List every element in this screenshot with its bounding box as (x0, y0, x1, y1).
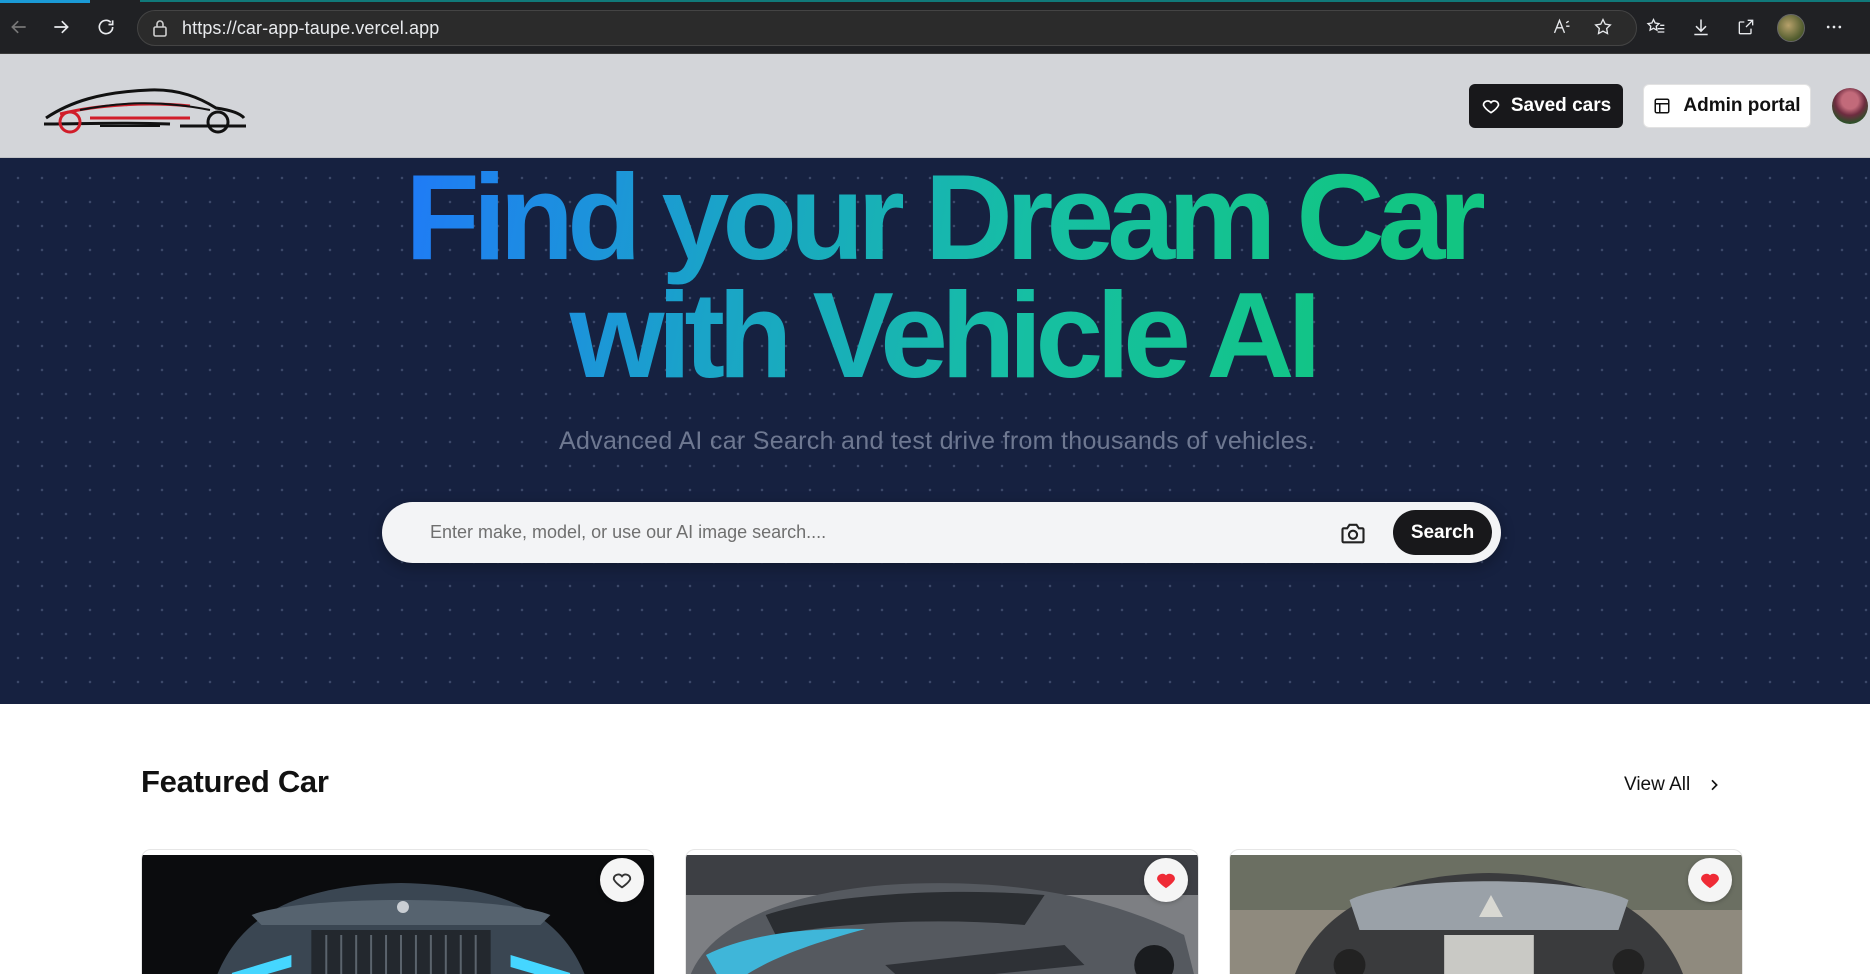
read-aloud-icon[interactable] (1549, 14, 1575, 40)
hero-subtitle: Advanced AI car Search and test drive fr… (558, 427, 1315, 455)
admin-portal-button[interactable]: Admin portal (1643, 84, 1811, 128)
share-icon[interactable] (1733, 14, 1759, 40)
browser-toolbar: https://car-app-taupe.vercel.app (0, 0, 1870, 54)
view-all-label: View All (1624, 774, 1691, 795)
hero-title: Find your Dream Car with Vehicle AI (0, 158, 1870, 394)
heart-filled-icon (1701, 873, 1719, 889)
back-icon[interactable] (4, 12, 34, 42)
hero-title-line-1: Find your Dream Car (405, 158, 1479, 285)
loading-indicator-track (140, 0, 1870, 2)
camera-icon[interactable] (1338, 518, 1368, 548)
car-card[interactable] (685, 849, 1199, 974)
loading-indicator (0, 0, 90, 3)
favorite-button[interactable] (600, 858, 644, 902)
reload-icon[interactable] (91, 12, 121, 42)
browser-profile-avatar[interactable] (1777, 14, 1805, 42)
view-all-link[interactable]: View All (1624, 774, 1722, 796)
lock-icon (153, 20, 167, 37)
car-image[interactable] (686, 855, 1198, 974)
user-avatar[interactable] (1832, 88, 1868, 124)
car-image[interactable] (1230, 855, 1742, 974)
hero-title-line-2: with Vehicle AI (569, 267, 1315, 403)
heart-outline-icon (612, 873, 632, 889)
favorite-button[interactable] (1144, 858, 1188, 902)
search-button[interactable]: Search (1393, 510, 1492, 555)
car-card[interactable] (1229, 849, 1743, 974)
heart-icon (1482, 100, 1500, 114)
logo-icon[interactable] (40, 80, 250, 136)
download-icon[interactable] (1688, 14, 1714, 40)
search-input[interactable] (430, 502, 1270, 563)
favorites-icon[interactable] (1643, 14, 1669, 40)
saved-cars-label: Saved cars (1510, 95, 1612, 116)
chevron-right-icon (1711, 779, 1719, 791)
car-image[interactable] (142, 855, 654, 974)
more-menu-icon[interactable] (1821, 14, 1847, 40)
car-card[interactable] (141, 849, 655, 974)
layout-icon (1654, 98, 1670, 114)
address-bar[interactable]: https://car-app-taupe.vercel.app (137, 10, 1637, 46)
star-icon[interactable] (1590, 14, 1616, 40)
search-bar: Search (382, 502, 1501, 563)
hero-section: Find your Dream Car with Vehicle AI Adva… (0, 158, 1870, 704)
heart-filled-icon (1157, 873, 1175, 889)
favorite-button[interactable] (1688, 858, 1732, 902)
url-text: https://car-app-taupe.vercel.app (182, 17, 440, 38)
featured-title: Featured Car (141, 764, 329, 799)
forward-icon[interactable] (46, 12, 76, 42)
saved-cars-button[interactable]: Saved cars (1469, 84, 1623, 128)
admin-portal-label: Admin portal (1683, 95, 1801, 116)
